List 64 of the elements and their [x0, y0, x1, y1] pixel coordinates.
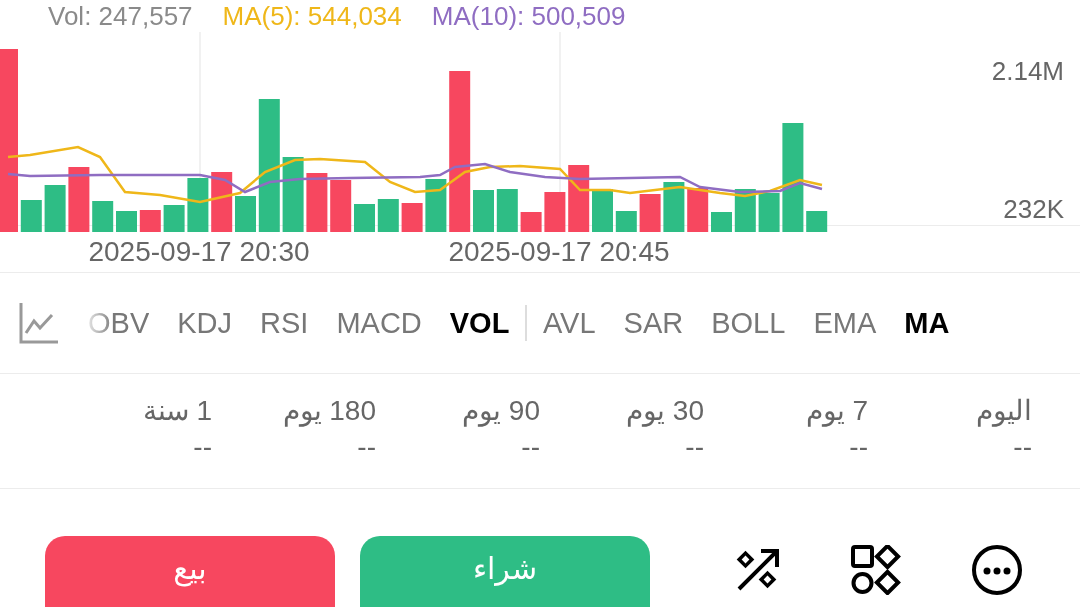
indicator-tab[interactable]: KDJ	[177, 306, 233, 340]
volume-bar	[544, 192, 566, 232]
volume-bar	[92, 201, 114, 232]
volume-bar	[306, 173, 328, 232]
volume-bar	[68, 167, 90, 232]
volume-bar	[687, 188, 709, 232]
volume-bar	[592, 189, 613, 232]
buy-button[interactable]: شراء	[360, 536, 650, 607]
volume-bar	[568, 165, 590, 232]
time-label: 2025-09-17 20:45	[447, 235, 671, 269]
period-value: --	[685, 431, 704, 463]
period-value: --	[849, 431, 868, 463]
volume-bar	[139, 210, 161, 232]
volume-bar	[806, 211, 828, 232]
indicator-tab[interactable]: RSI	[260, 306, 309, 340]
legend-text: Vol: 247,557	[48, 0, 193, 32]
volume-bar	[211, 172, 233, 232]
period-label: 1 سنة	[142, 394, 212, 427]
volume-bar	[20, 200, 42, 232]
volume-bar	[44, 185, 66, 232]
volume-bar	[401, 203, 423, 232]
volume-bar	[116, 211, 137, 232]
volume-bar	[235, 196, 256, 232]
percent-arrow-icon[interactable]	[735, 547, 781, 593]
period-label: اليوم	[976, 394, 1032, 427]
volume-bar	[663, 182, 685, 232]
volume-bar	[520, 212, 542, 232]
indicator-tab[interactable]: MACD	[336, 306, 422, 340]
volume-bar	[496, 189, 518, 232]
volume-bar	[377, 199, 399, 232]
period-value: --	[357, 431, 376, 463]
volume-bar	[187, 178, 209, 232]
period-value: --	[521, 431, 540, 463]
volume-bar	[711, 212, 732, 232]
volume-bar	[425, 179, 447, 232]
volume-bar	[615, 211, 637, 232]
sell-button[interactable]: بيع	[45, 536, 335, 607]
axis-label: 2.14M	[991, 56, 1064, 87]
time-label: 2025-09-17 20:30	[87, 235, 311, 269]
volume-bar	[473, 190, 494, 232]
legend-text: MA(5): 544,034	[222, 0, 402, 32]
volume-bar	[330, 180, 352, 232]
shapes-icon[interactable]	[851, 545, 901, 595]
indicator-tab[interactable]: VOL	[449, 306, 510, 340]
indicator-tab[interactable]: AVL	[542, 306, 596, 340]
indicator-tab[interactable]: OBV	[88, 306, 150, 340]
volume-bar	[758, 193, 780, 232]
indicator-tab[interactable]: EMA	[813, 306, 877, 340]
chart-icon[interactable]	[18, 301, 60, 345]
period-label: 30 يوم	[626, 394, 704, 427]
volume-bar	[354, 204, 375, 232]
indicator-tab[interactable]: BOLL	[711, 306, 786, 340]
period-label: 90 يوم	[462, 394, 540, 427]
volume-bar	[639, 194, 661, 232]
volume-bar	[163, 205, 185, 232]
indicator-tab[interactable]: SAR	[623, 306, 684, 340]
legend-text: MA(10): 500,509	[431, 0, 626, 32]
period-value: --	[1013, 431, 1032, 463]
period-value: --	[193, 431, 212, 463]
axis-label: 232K	[1003, 194, 1064, 225]
period-label: 7 يوم	[805, 394, 868, 427]
more-icon[interactable]	[971, 544, 1023, 596]
indicator-tab[interactable]: MA	[904, 306, 950, 340]
period-label: 180 يوم	[282, 394, 376, 427]
